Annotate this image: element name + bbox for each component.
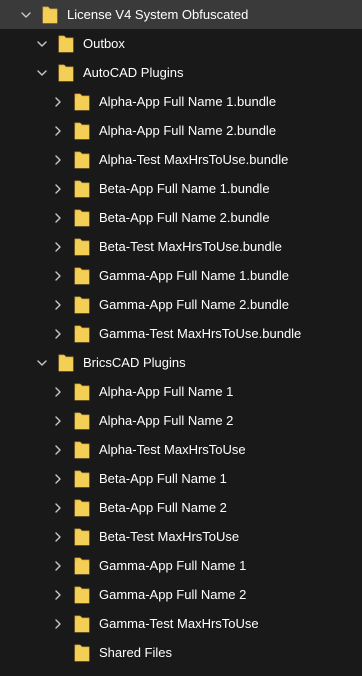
folder-icon	[74, 585, 90, 605]
folder-tree: License V4 System Obfuscated Outbox AutoCA…	[0, 0, 362, 676]
chevron-right-icon[interactable]	[50, 326, 66, 342]
chevron-right-icon[interactable]	[50, 152, 66, 168]
folder-icon	[74, 643, 90, 663]
chevron-down-icon[interactable]	[34, 355, 50, 371]
folder-label: Alpha-App Full Name 2	[99, 413, 234, 428]
tree-item-bricscad-plugin[interactable]: Alpha-App Full Name 1	[0, 377, 362, 406]
folder-label: Gamma-App Full Name 2	[99, 587, 247, 602]
folder-label: Beta-App Full Name 2.bundle	[99, 210, 270, 225]
chevron-right-icon[interactable]	[50, 210, 66, 226]
chevron-right-icon[interactable]	[50, 297, 66, 313]
folder-icon	[74, 121, 90, 141]
folder-label: Alpha-App Full Name 2.bundle	[99, 123, 277, 138]
folder-label: BricsCAD Plugins	[83, 355, 186, 370]
folder-icon	[74, 527, 90, 547]
folder-icon	[58, 63, 74, 83]
folder-label: Gamma-App Full Name 1	[99, 558, 247, 573]
tree-item-shared-files[interactable]: Shared Files	[0, 638, 362, 667]
chevron-right-icon[interactable]	[50, 500, 66, 516]
chevron-right-icon[interactable]	[50, 471, 66, 487]
folder-icon	[74, 237, 90, 257]
folder-label: Gamma-Test MaxHrsToUse.bundle	[99, 326, 302, 341]
folder-label: AutoCAD Plugins	[83, 65, 184, 80]
chevron-right-icon[interactable]	[50, 442, 66, 458]
tree-item-autocad-bundle[interactable]: Gamma-App Full Name 2.bundle	[0, 290, 362, 319]
folder-icon	[74, 440, 90, 460]
folder-label: Beta-Test MaxHrsToUse	[99, 529, 240, 544]
chevron-down-icon[interactable]	[18, 7, 34, 23]
tree-item-bricscad-plugin[interactable]: Beta-Test MaxHrsToUse	[0, 522, 362, 551]
folder-icon	[58, 34, 74, 54]
folder-icon	[74, 324, 90, 344]
chevron-right-icon[interactable]	[50, 181, 66, 197]
tree-item-bricscad-plugin[interactable]: Gamma-App Full Name 1	[0, 551, 362, 580]
tree-item-root[interactable]: License V4 System Obfuscated	[0, 0, 362, 29]
folder-label: Alpha-App Full Name 1.bundle	[99, 94, 277, 109]
folder-label: Beta-App Full Name 1	[99, 471, 227, 486]
folder-icon	[74, 614, 90, 634]
chevron-right-icon[interactable]	[50, 587, 66, 603]
folder-icon	[58, 353, 74, 373]
folder-icon	[74, 179, 90, 199]
folder-icon	[74, 498, 90, 518]
chevron-right-icon[interactable]	[50, 123, 66, 139]
chevron-down-icon[interactable]	[34, 36, 50, 52]
folder-icon	[74, 150, 90, 170]
folder-label: Beta-Test MaxHrsToUse.bundle	[99, 239, 282, 254]
chevron-right-icon[interactable]	[50, 616, 66, 632]
tree-item-outbox[interactable]: Outbox	[0, 29, 362, 58]
chevron-right-icon[interactable]	[50, 94, 66, 110]
chevron-right-icon[interactable]	[50, 413, 66, 429]
chevron-right-icon[interactable]	[50, 268, 66, 284]
chevron-right-icon[interactable]	[50, 558, 66, 574]
tree-item-bricscad-plugin[interactable]: Gamma-Test MaxHrsToUse	[0, 609, 362, 638]
folder-label: Beta-App Full Name 2	[99, 500, 227, 515]
folder-label: Gamma-App Full Name 2.bundle	[99, 297, 290, 312]
chevron-right-icon[interactable]	[50, 239, 66, 255]
folder-label: Gamma-App Full Name 1.bundle	[99, 268, 290, 283]
tree-item-autocad-bundle[interactable]: Alpha-App Full Name 2.bundle	[0, 116, 362, 145]
folder-icon	[74, 411, 90, 431]
folder-icon	[74, 382, 90, 402]
tree-item-autocad-bundle[interactable]: Gamma-App Full Name 1.bundle	[0, 261, 362, 290]
folder-icon	[74, 469, 90, 489]
folder-icon	[74, 208, 90, 228]
tree-item-autocad-bundle[interactable]: Gamma-Test MaxHrsToUse.bundle	[0, 319, 362, 348]
tree-item-autocad-bundle[interactable]: Alpha-Test MaxHrsToUse.bundle	[0, 145, 362, 174]
tree-item-bricscad-plugin[interactable]: Beta-App Full Name 1	[0, 464, 362, 493]
folder-icon	[74, 556, 90, 576]
folder-icon	[42, 5, 58, 25]
folder-icon	[74, 92, 90, 112]
tree-item-bricscad-plugin[interactable]: Alpha-App Full Name 2	[0, 406, 362, 435]
tree-item-autocad-plugins[interactable]: AutoCAD Plugins	[0, 58, 362, 87]
tree-item-autocad-bundle[interactable]: Beta-App Full Name 1.bundle	[0, 174, 362, 203]
folder-label: Beta-App Full Name 1.bundle	[99, 181, 270, 196]
folder-label: Shared Files	[99, 645, 172, 660]
folder-icon	[74, 266, 90, 286]
tree-item-bricscad-plugin[interactable]: Alpha-Test MaxHrsToUse	[0, 435, 362, 464]
tree-item-autocad-bundle[interactable]: Alpha-App Full Name 1.bundle	[0, 87, 362, 116]
folder-label: Gamma-Test MaxHrsToUse	[99, 616, 259, 631]
folder-label: License V4 System Obfuscated	[67, 7, 249, 22]
tree-item-bricscad-plugin[interactable]: Gamma-App Full Name 2	[0, 580, 362, 609]
tree-item-autocad-bundle[interactable]: Beta-Test MaxHrsToUse.bundle	[0, 232, 362, 261]
folder-label: Outbox	[83, 36, 125, 51]
folder-label: Alpha-Test MaxHrsToUse.bundle	[99, 152, 289, 167]
folder-icon	[74, 295, 90, 315]
folder-label: Alpha-Test MaxHrsToUse	[99, 442, 246, 457]
chevron-right-icon[interactable]	[50, 529, 66, 545]
tree-item-bricscad-plugins[interactable]: BricsCAD Plugins	[0, 348, 362, 377]
chevron-down-icon[interactable]	[34, 65, 50, 81]
folder-label: Alpha-App Full Name 1	[99, 384, 234, 399]
tree-item-autocad-bundle[interactable]: Beta-App Full Name 2.bundle	[0, 203, 362, 232]
chevron-right-icon[interactable]	[50, 384, 66, 400]
tree-item-bricscad-plugin[interactable]: Beta-App Full Name 2	[0, 493, 362, 522]
